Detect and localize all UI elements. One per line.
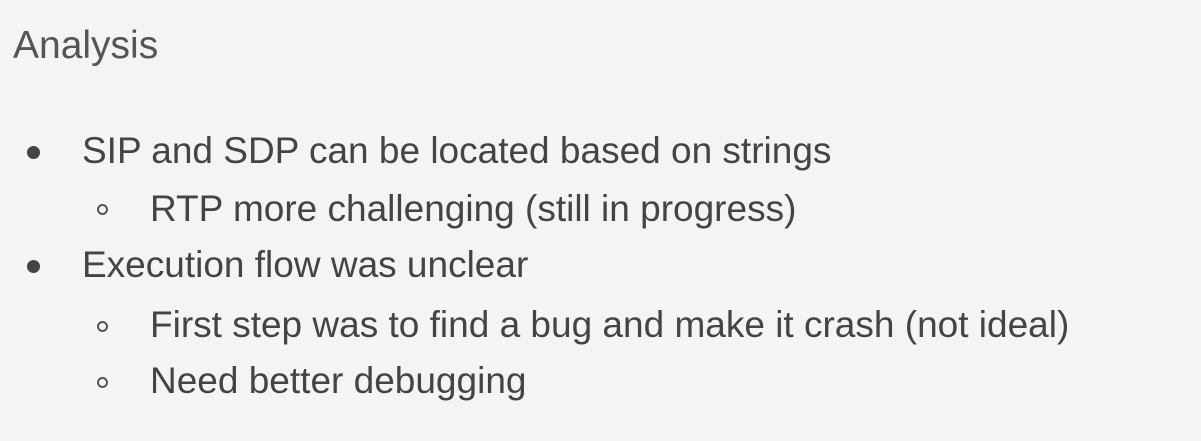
sub-bullet-circle-icon [97, 321, 108, 332]
sub-bullet-circle-icon [97, 377, 108, 388]
bullet-dot-icon [27, 260, 40, 273]
slide-title: Analysis [13, 24, 159, 67]
bullet-dot-icon [27, 146, 40, 159]
bullet-item: SIP and SDP can be located based on stri… [82, 130, 832, 171]
sub-bullet-item: Need better debugging [150, 360, 527, 401]
slide: Analysis SIP and SDP can be located base… [0, 0, 1201, 441]
sub-bullet-item: First step was to find a bug and make it… [150, 304, 1070, 345]
sub-bullet-item: RTP more challenging (still in progress) [150, 188, 797, 229]
sub-bullet-circle-icon [97, 204, 108, 215]
bullet-item: Execution flow was unclear [82, 244, 529, 285]
